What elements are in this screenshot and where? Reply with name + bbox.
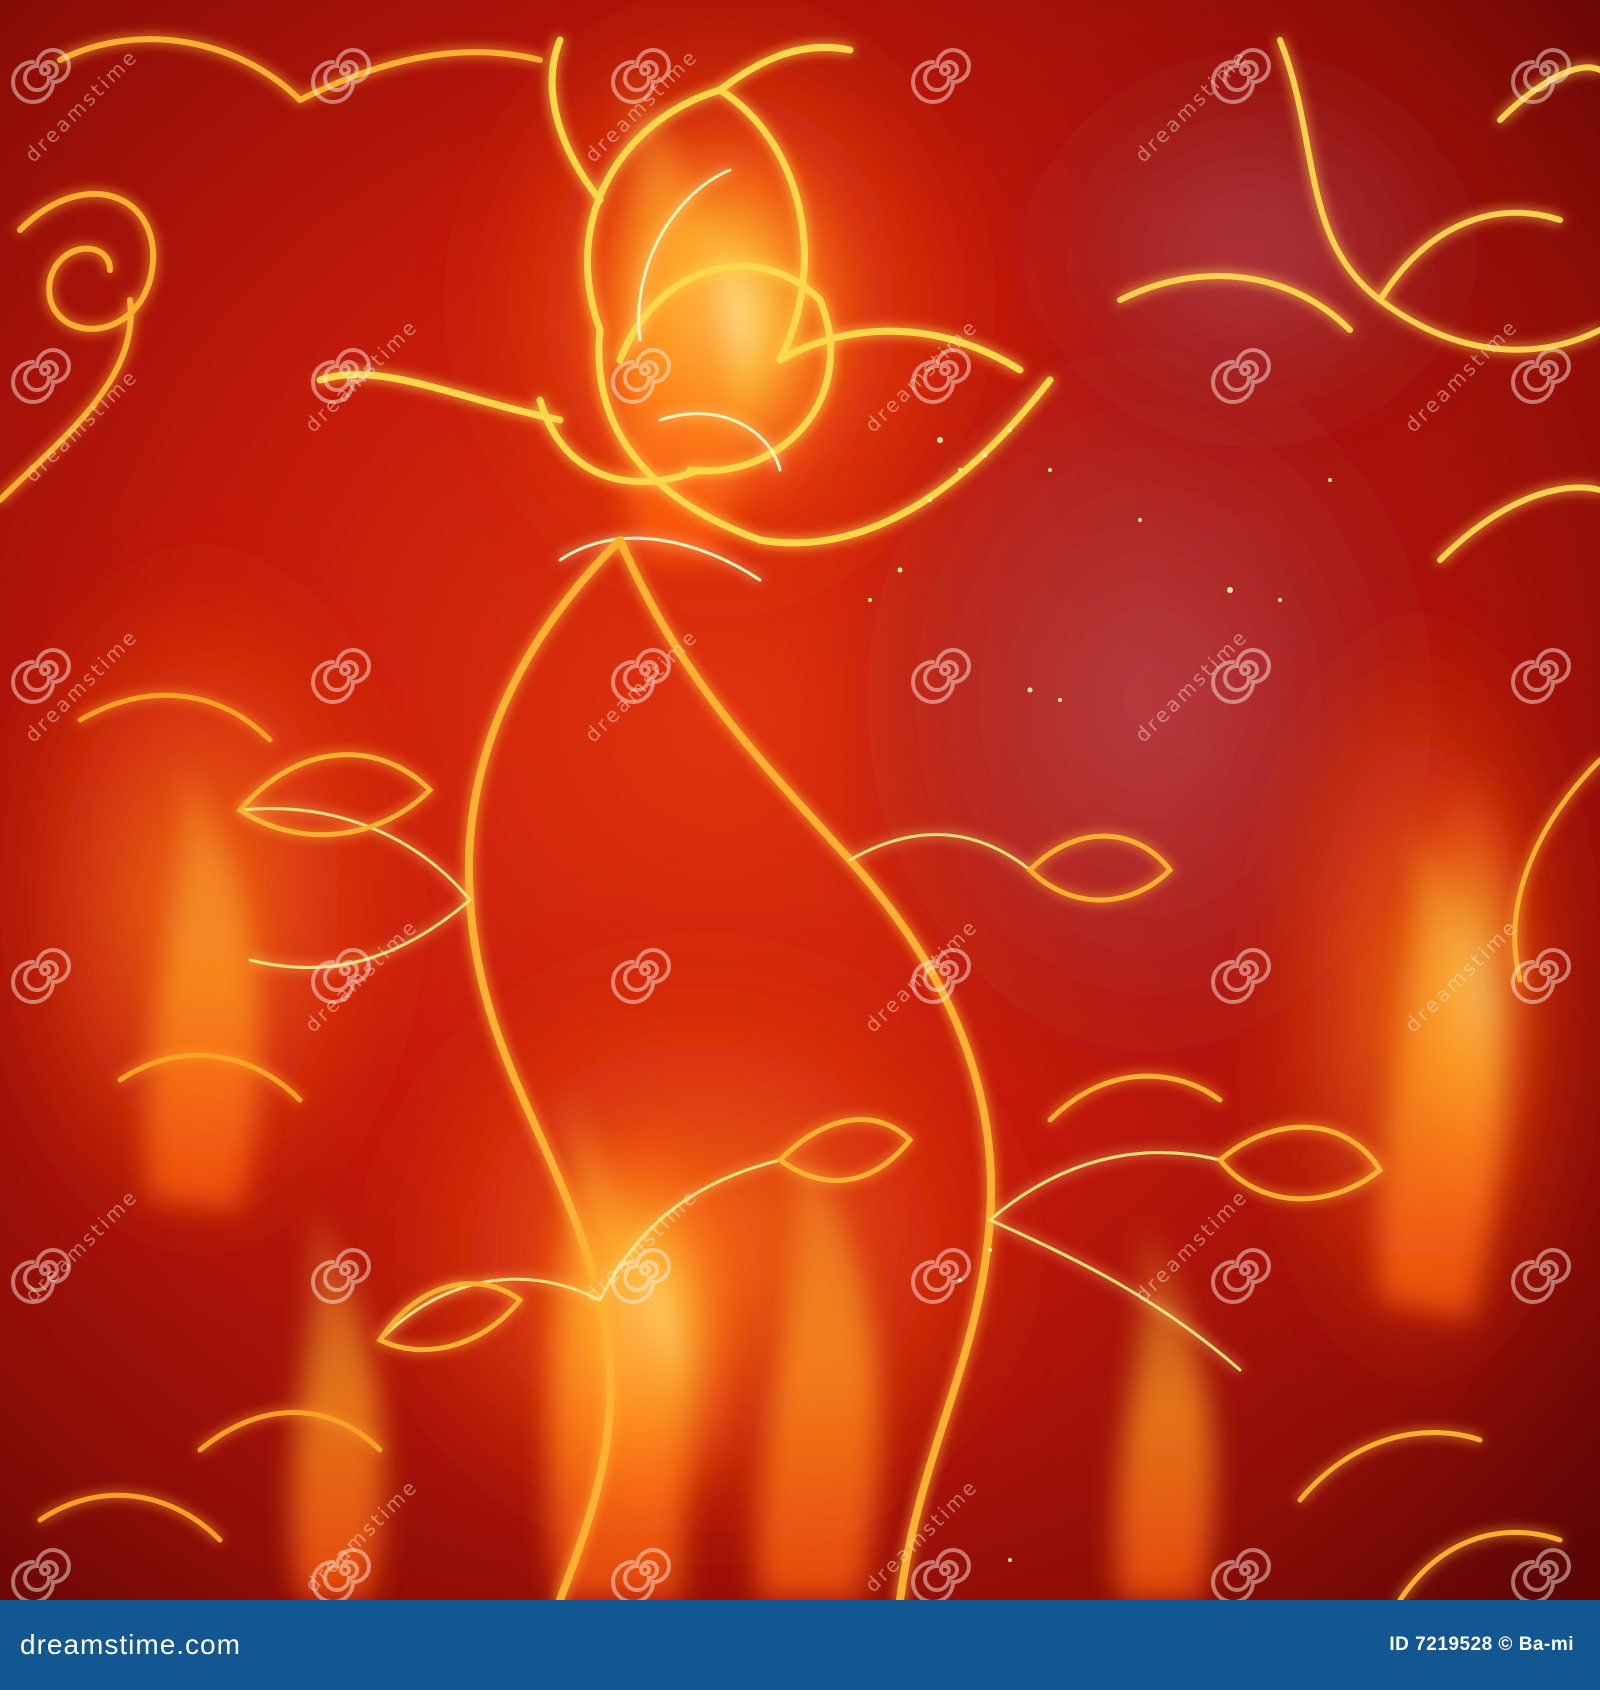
footer-bar: dreamstime.com ID 7219528 © Ba-mi [0,1600,1600,1690]
fire-rose-artwork [0,0,1600,1600]
site-name[interactable]: dreamstime.com [20,1629,241,1661]
image-credit: ID 7219528 © Ba-mi [1389,1634,1574,1655]
smoke-haze [990,30,1510,470]
stock-photo: dreamstime dreamstime dreamstime dreamstime… [0,0,1600,1690]
site-name-label: dreamstime.com [20,1629,241,1660]
